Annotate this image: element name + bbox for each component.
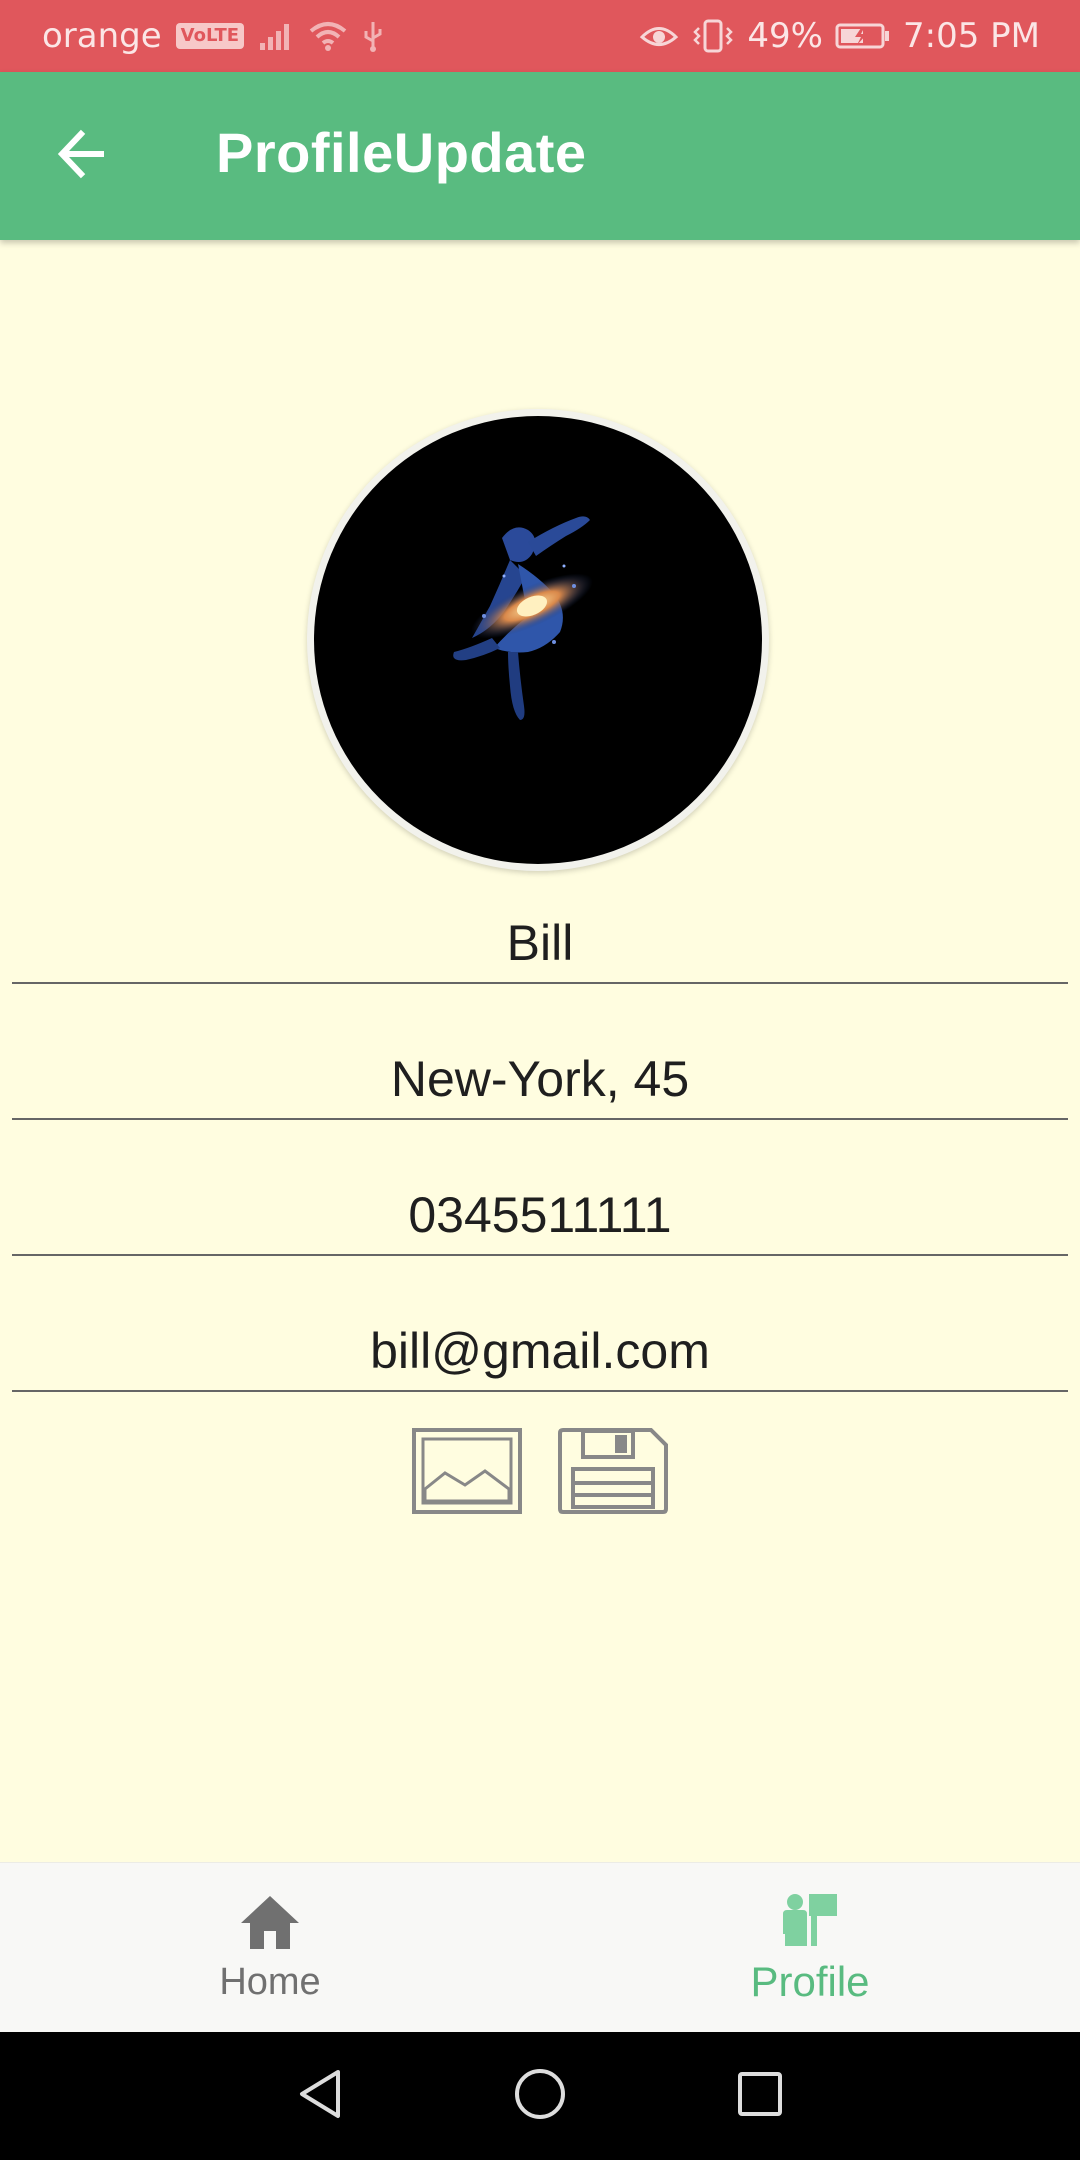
floppy-disk-icon xyxy=(557,1427,669,1519)
pick-image-button[interactable] xyxy=(410,1428,524,1518)
home-icon xyxy=(239,1893,301,1955)
arrow-back-icon xyxy=(54,126,110,186)
triangle-back-icon xyxy=(296,2068,344,2124)
system-navigation-bar xyxy=(0,2032,1080,2160)
battery-percent: 49% xyxy=(747,16,823,56)
vibrate-icon xyxy=(691,19,735,53)
profile-icon xyxy=(781,1890,839,1952)
image-icon xyxy=(411,1427,523,1519)
signal-icon xyxy=(258,21,294,51)
nav-label-home: Home xyxy=(219,1960,321,2003)
avatar-image xyxy=(314,416,762,864)
avatar[interactable] xyxy=(307,409,769,871)
email-field[interactable]: bill@gmail.com xyxy=(12,1312,1068,1392)
status-left: orange VoLTE xyxy=(42,16,639,56)
save-button[interactable] xyxy=(556,1428,670,1518)
page-title: ProfileUpdate xyxy=(216,121,587,184)
usb-icon xyxy=(362,19,384,53)
battery-charging-icon xyxy=(835,22,891,50)
address-field[interactable]: New-York, 45 xyxy=(12,1040,1068,1120)
name-field[interactable]: Bill xyxy=(12,904,1068,984)
square-recents-icon xyxy=(735,2069,785,2123)
nav-label-profile: Profile xyxy=(750,1958,870,2005)
nav-item-home[interactable]: Home xyxy=(0,1863,540,2033)
system-recents-button[interactable] xyxy=(725,2061,795,2131)
volte-badge: VoLTE xyxy=(175,23,245,49)
eye-icon xyxy=(639,22,679,50)
clock: 7:05 PM xyxy=(903,16,1040,56)
app-bar: ProfileUpdate xyxy=(0,72,1080,240)
carrier-name: orange xyxy=(42,16,162,56)
circle-home-icon xyxy=(513,2067,567,2125)
nav-item-profile[interactable]: Profile xyxy=(540,1863,1080,2033)
wifi-icon xyxy=(308,20,348,52)
status-right: 49% 7:05 PM xyxy=(639,16,1040,56)
status-bar: orange VoLTE 49% 7:05 PM xyxy=(0,0,1080,72)
system-home-button[interactable] xyxy=(505,2061,575,2131)
back-button[interactable] xyxy=(42,116,122,196)
phone-field[interactable]: 0345511111 xyxy=(12,1176,1068,1256)
system-back-button[interactable] xyxy=(285,2061,355,2131)
bottom-navigation: Home Profile xyxy=(0,1862,1080,2033)
